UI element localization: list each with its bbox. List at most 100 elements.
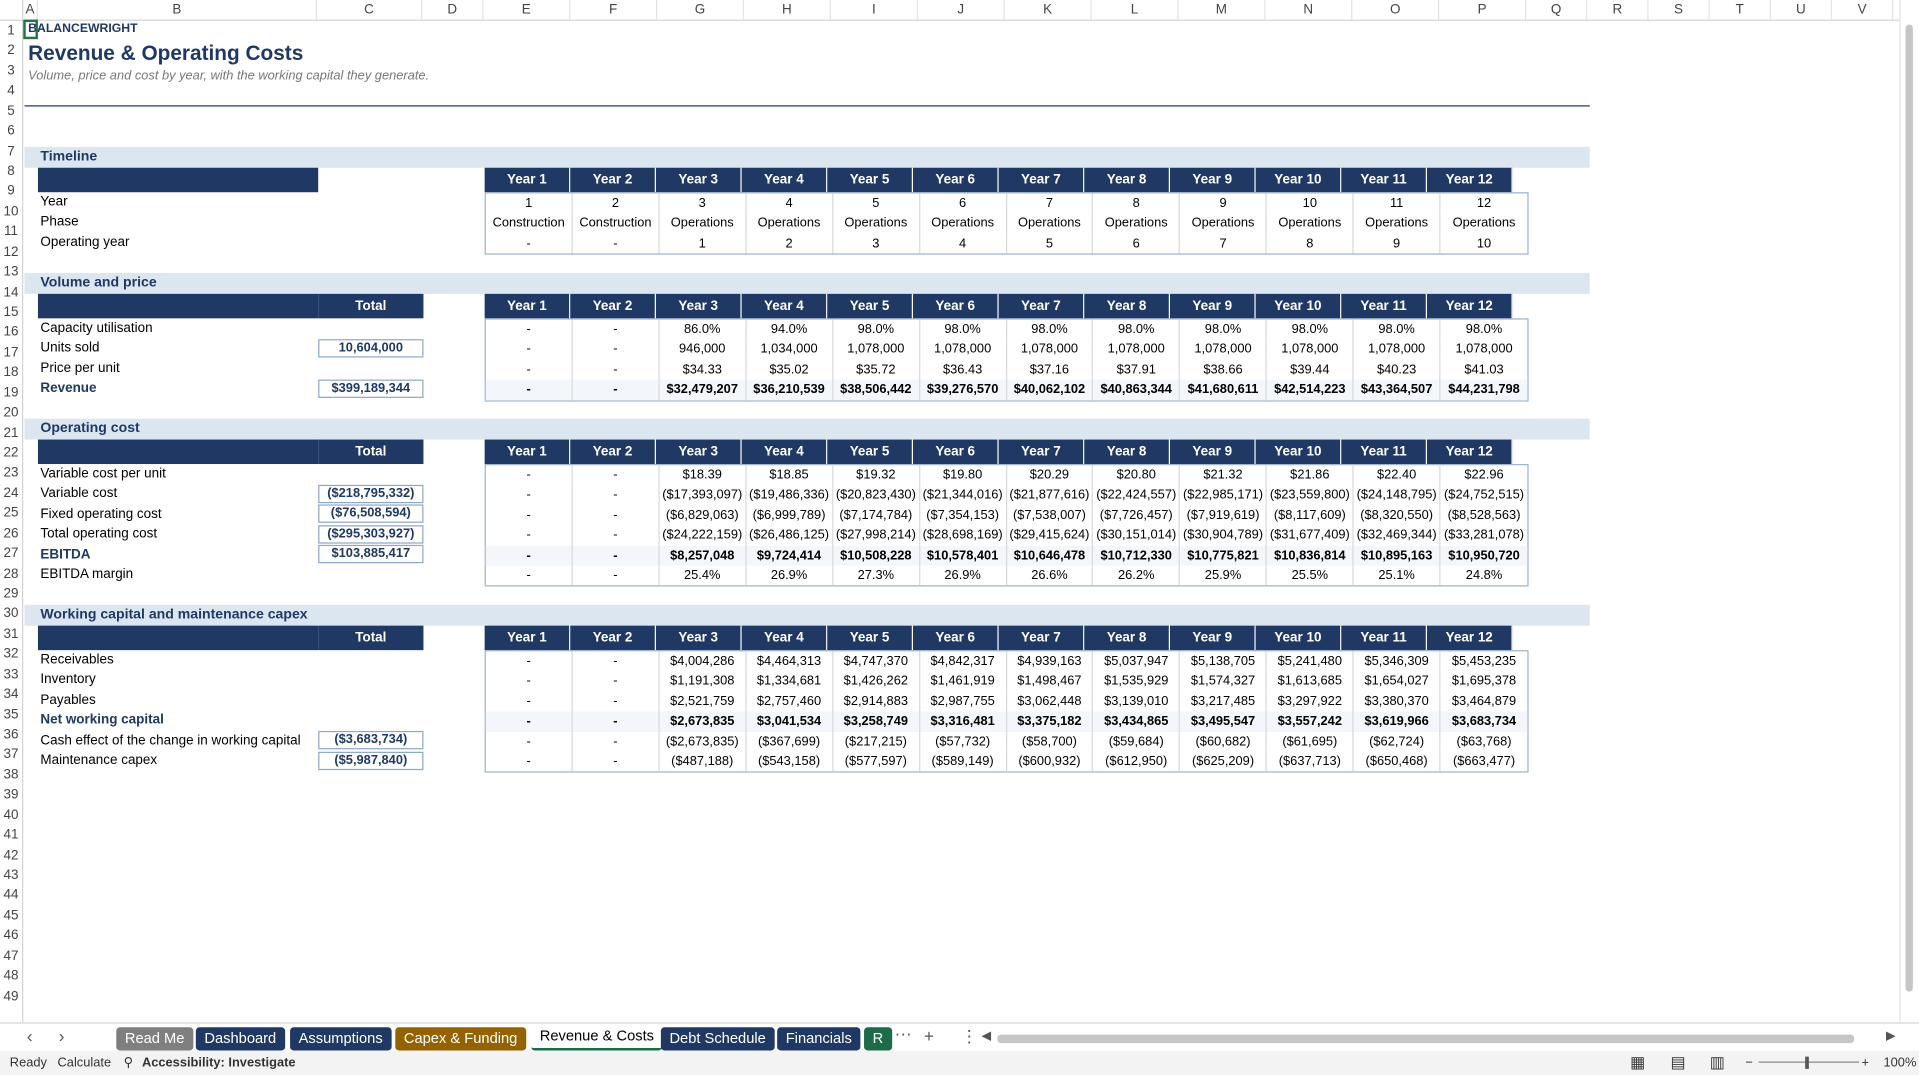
value-cell[interactable]: ($8,117,609) [1267, 505, 1354, 526]
column-header-I[interactable]: I [831, 0, 918, 20]
row-header-41[interactable]: 41 [0, 825, 22, 845]
value-cell[interactable]: - [573, 711, 660, 732]
value-cell[interactable]: $4,464,313 [746, 651, 834, 672]
value-cell[interactable]: - [486, 711, 573, 732]
value-cell[interactable]: 9 [1180, 193, 1268, 214]
value-cell[interactable]: $10,508,228 [833, 545, 920, 566]
value-cell[interactable]: ($612,950) [1093, 751, 1181, 772]
value-cell[interactable]: $4,747,370 [833, 651, 920, 672]
value-cell[interactable]: 2 [573, 193, 660, 214]
row-header-5[interactable]: 5 [0, 101, 22, 121]
value-cell[interactable]: $20.29 [1007, 465, 1094, 486]
accessibility-status[interactable]: Accessibility: Investigate [142, 1051, 296, 1075]
normal-view-icon[interactable]: ▦ [1630, 1051, 1645, 1075]
value-cell[interactable]: $3,619,966 [1354, 711, 1441, 732]
value-cell[interactable]: $3,375,182 [1007, 711, 1094, 732]
value-cell[interactable]: $4,842,317 [920, 651, 1007, 672]
value-cell[interactable]: ($29,415,624) [1007, 525, 1094, 546]
column-header-H[interactable]: H [744, 0, 831, 20]
value-cell[interactable]: 3 [833, 233, 920, 254]
row-header-40[interactable]: 40 [0, 805, 22, 825]
row-total-cell[interactable]: $103,885,417 [318, 544, 424, 564]
value-cell[interactable]: 1,078,000 [1441, 340, 1528, 360]
value-cell[interactable]: ($24,222,159) [659, 525, 747, 546]
value-cell[interactable]: Operations [1354, 213, 1441, 234]
value-cell[interactable]: $2,914,883 [833, 691, 920, 712]
value-cell[interactable]: ($650,468) [1354, 751, 1441, 772]
value-cell[interactable]: $34.33 [659, 359, 747, 380]
value-cell[interactable]: Operations [1267, 213, 1354, 234]
value-cell[interactable]: $39,276,570 [920, 379, 1007, 400]
value-cell[interactable]: $22.40 [1354, 465, 1441, 486]
worksheet-grid[interactable]: BALANCEWRIGHT Revenue & Operating Costs … [24, 21, 1899, 1023]
value-cell[interactable]: Operations [1180, 213, 1268, 234]
value-cell[interactable]: 6 [1093, 233, 1181, 254]
value-cell[interactable]: 86.0% [659, 319, 747, 340]
column-header-U[interactable]: U [1771, 0, 1833, 20]
value-cell[interactable]: $1,334,681 [746, 671, 834, 692]
value-cell[interactable]: $32,479,207 [659, 379, 747, 400]
value-cell[interactable]: - [486, 465, 573, 486]
row-header-19[interactable]: 19 [0, 383, 22, 403]
row-header-32[interactable]: 32 [0, 644, 22, 664]
value-cell[interactable]: Operations [1007, 213, 1094, 234]
value-cell[interactable]: $1,426,262 [833, 671, 920, 692]
row-header-23[interactable]: 23 [0, 463, 22, 483]
value-cell[interactable]: $35.02 [746, 359, 834, 380]
value-cell[interactable]: 11 [1354, 193, 1441, 214]
value-cell[interactable]: $36.43 [920, 359, 1007, 380]
row-header-2[interactable]: 2 [0, 41, 22, 61]
value-cell[interactable]: $1,574,327 [1180, 671, 1268, 692]
value-cell[interactable]: - [486, 651, 573, 672]
value-cell[interactable]: - [573, 339, 660, 360]
value-cell[interactable]: $1,191,308 [659, 671, 747, 692]
value-cell[interactable]: $40,863,344 [1093, 379, 1181, 400]
value-cell[interactable]: - [573, 465, 660, 486]
row-header-26[interactable]: 26 [0, 524, 22, 544]
value-cell[interactable]: 946,000 [659, 339, 747, 360]
row-total-cell[interactable]: ($76,508,594) [318, 504, 424, 524]
value-cell[interactable]: 2 [746, 233, 834, 254]
row-header-1[interactable]: 1 [0, 21, 22, 41]
zoom-slider-thumb[interactable] [1805, 1056, 1809, 1069]
row-header-29[interactable]: 29 [0, 584, 22, 604]
value-cell[interactable]: $3,557,242 [1267, 711, 1354, 732]
value-cell[interactable]: ($58,700) [1007, 731, 1094, 752]
row-header-45[interactable]: 45 [0, 906, 22, 926]
value-cell[interactable]: - [486, 751, 573, 772]
value-cell[interactable]: $36,210,539 [746, 379, 834, 400]
row-header-47[interactable]: 47 [0, 946, 22, 966]
value-cell[interactable]: - [573, 651, 660, 672]
value-cell[interactable]: ($59,684) [1093, 731, 1181, 752]
value-cell[interactable]: ($7,174,784) [833, 505, 920, 526]
row-header-10[interactable]: 10 [0, 202, 22, 222]
row-header-39[interactable]: 39 [0, 785, 22, 805]
value-cell[interactable]: ($8,528,563) [1441, 505, 1528, 525]
column-header-O[interactable]: O [1352, 0, 1440, 20]
value-cell[interactable]: ($24,752,515) [1441, 485, 1528, 505]
value-cell[interactable]: - [486, 319, 573, 340]
value-cell[interactable]: ($6,999,789) [746, 505, 834, 526]
row-header-12[interactable]: 12 [0, 242, 22, 262]
value-cell[interactable]: ($589,149) [920, 751, 1007, 772]
value-cell[interactable]: - [573, 505, 660, 526]
row-header-34[interactable]: 34 [0, 685, 22, 705]
value-cell[interactable]: $44,231,798 [1441, 380, 1528, 400]
value-cell[interactable]: $38.66 [1180, 359, 1268, 380]
value-cell[interactable]: 6 [920, 193, 1007, 214]
value-cell[interactable]: 1 [659, 233, 747, 254]
value-cell[interactable]: 26.6% [1007, 565, 1094, 586]
row-header-33[interactable]: 33 [0, 665, 22, 685]
value-cell[interactable]: - [486, 691, 573, 712]
value-cell[interactable]: $10,646,478 [1007, 545, 1094, 566]
value-cell[interactable]: - [486, 525, 573, 546]
sheet-tab[interactable]: Dashboard [195, 1027, 285, 1051]
value-cell[interactable]: ($20,823,430) [833, 485, 920, 506]
value-cell[interactable]: $1,461,919 [920, 671, 1007, 692]
value-cell[interactable]: ($21,344,016) [920, 485, 1007, 506]
row-header-44[interactable]: 44 [0, 886, 22, 906]
value-cell[interactable]: - [486, 671, 573, 692]
value-cell[interactable]: $10,775,821 [1180, 545, 1268, 566]
value-cell[interactable]: Operations [920, 213, 1007, 234]
row-header-30[interactable]: 30 [0, 604, 22, 624]
